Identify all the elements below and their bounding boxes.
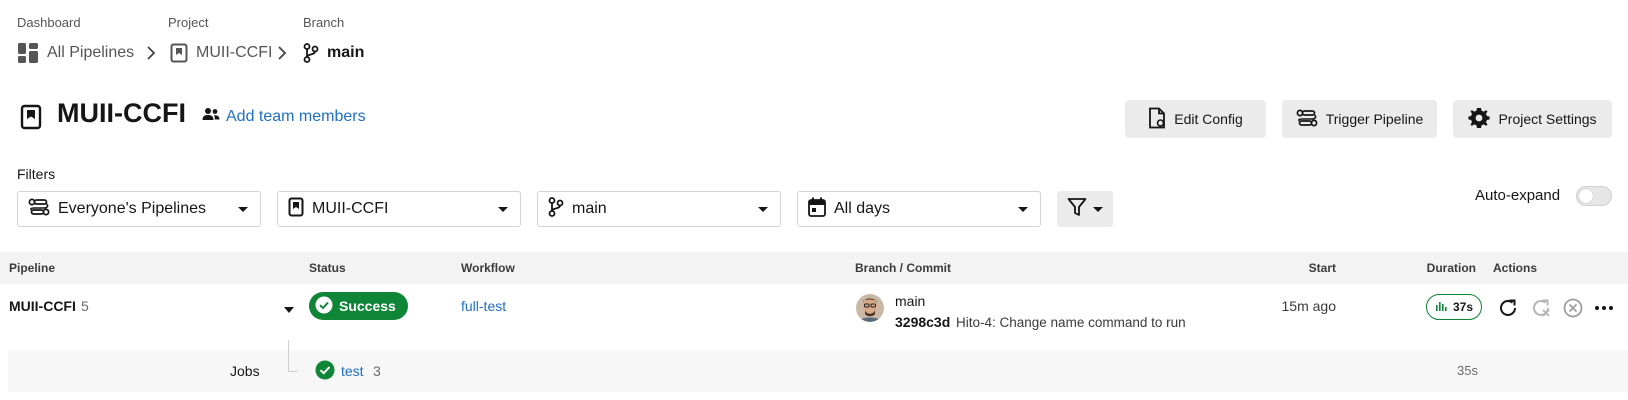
more-options-icon[interactable] [1593, 297, 1615, 324]
gear-icon [1468, 107, 1491, 132]
project-settings-button[interactable]: Project Settings [1453, 100, 1612, 138]
pipeline-number: 5 [81, 298, 89, 314]
project-icon [288, 197, 304, 222]
start-time: 15m ago [1281, 298, 1336, 314]
duration-badge[interactable]: 37s [1426, 294, 1483, 320]
cancel-icon[interactable] [1562, 297, 1584, 324]
project-filter-value: MUII-CCFI [312, 200, 389, 217]
page-title: MUII-CCFI [57, 98, 186, 128]
commit-message: Hito-4: Change name command to run [956, 315, 1186, 330]
column-header-workflow: Workflow [461, 261, 515, 275]
breadcrumb-branch-label: Branch [303, 15, 345, 30]
filters-label: Filters [17, 166, 56, 182]
add-team-members-label: Add team members [226, 107, 366, 125]
breadcrumb-branch-value: main [327, 44, 365, 61]
breadcrumb-all-pipelines[interactable]: All Pipelines [17, 42, 134, 64]
pipeline-icon [1296, 109, 1318, 130]
pipeline-icon [28, 198, 50, 221]
trigger-pipeline-label: Trigger Pipeline [1325, 111, 1424, 127]
breadcrumb-project[interactable]: MUII-CCFI [170, 42, 272, 64]
branch-filter-value: main [572, 200, 607, 217]
jobs-label: Jobs [230, 363, 260, 379]
caret-down-icon [498, 206, 508, 212]
column-header-status: Status [309, 261, 346, 275]
breadcrumb-dashboard-label: Dashboard [17, 15, 81, 30]
branch-icon [548, 196, 564, 222]
chevron-right-icon [275, 44, 289, 62]
check-circle-icon [315, 296, 333, 317]
expand-row-caret-icon[interactable] [284, 307, 294, 313]
column-header-pipeline: Pipeline [9, 261, 56, 275]
commit-branch: main [895, 293, 926, 309]
status-label: Success [339, 298, 396, 314]
bar-chart-icon [1435, 300, 1447, 315]
rerun-failed-icon[interactable] [1530, 297, 1552, 324]
column-header-branch-commit: Branch / Commit [855, 261, 952, 275]
auto-expand-toggle[interactable] [1576, 186, 1612, 206]
project-filter-select[interactable]: MUII-CCFI [277, 191, 521, 227]
branch-filter-select[interactable]: main [537, 191, 781, 227]
duration-value: 37s [1453, 300, 1474, 314]
edit-config-label: Edit Config [1174, 111, 1243, 127]
column-header-duration: Duration [1426, 261, 1476, 275]
avatar [856, 294, 884, 322]
pipelines-filter-value: Everyone's Pipelines [58, 200, 207, 217]
job-link[interactable]: test [341, 363, 364, 379]
edit-config-button[interactable]: Edit Config [1125, 100, 1266, 138]
toggle-knob [1579, 189, 1593, 203]
date-filter-select[interactable]: All days [797, 191, 1041, 227]
dashboard-icon [17, 42, 39, 64]
date-filter-value: All days [834, 200, 891, 217]
caret-down-icon [1018, 206, 1028, 212]
breadcrumb-branch[interactable]: main [303, 42, 364, 64]
column-header-start: Start [1308, 261, 1336, 275]
pipeline-name: MUII-CCFI [9, 298, 76, 314]
commit-hash-link[interactable]: 3298c3d [895, 314, 950, 330]
auto-expand-label: Auto-expand [1475, 187, 1561, 204]
advanced-filter-button[interactable] [1057, 191, 1113, 227]
rerun-icon[interactable] [1497, 297, 1519, 324]
chevron-right-icon [144, 44, 158, 62]
job-success-icon [315, 360, 335, 385]
table-row[interactable]: MUII-CCFI 5 Success full-test main 3298c… [0, 284, 1628, 350]
add-team-members-link[interactable]: Add team members [202, 107, 366, 126]
workflow-link[interactable]: full-test [461, 298, 506, 314]
column-header-actions: Actions [1493, 261, 1538, 275]
job-duration: 35s [1457, 363, 1478, 378]
project-icon [170, 43, 188, 63]
calendar-icon [808, 197, 826, 222]
caret-down-icon [238, 206, 248, 212]
pipelines-table-header: Pipeline Status Workflow Branch / Commit… [0, 252, 1628, 284]
jobs-row: Jobs test 3 35s [8, 340, 1628, 392]
caret-down-icon [758, 206, 768, 212]
project-icon [20, 104, 42, 135]
pipelines-filter-select[interactable]: Everyone's Pipelines [17, 191, 261, 227]
breadcrumb-all-pipelines-label: All Pipelines [47, 44, 135, 61]
branch-icon [303, 43, 319, 63]
caret-down-icon [1093, 206, 1103, 212]
breadcrumb-project-value: MUII-CCFI [196, 44, 273, 61]
tree-connector [288, 340, 298, 372]
breadcrumb-project-label: Project [168, 15, 209, 30]
project-settings-label: Project Settings [1498, 111, 1597, 127]
file-settings-icon [1148, 107, 1166, 132]
status-badge: Success [309, 292, 408, 320]
trigger-pipeline-button[interactable]: Trigger Pipeline [1282, 100, 1437, 138]
people-icon [202, 107, 220, 126]
job-number: 3 [373, 363, 381, 379]
filter-icon [1067, 197, 1087, 222]
